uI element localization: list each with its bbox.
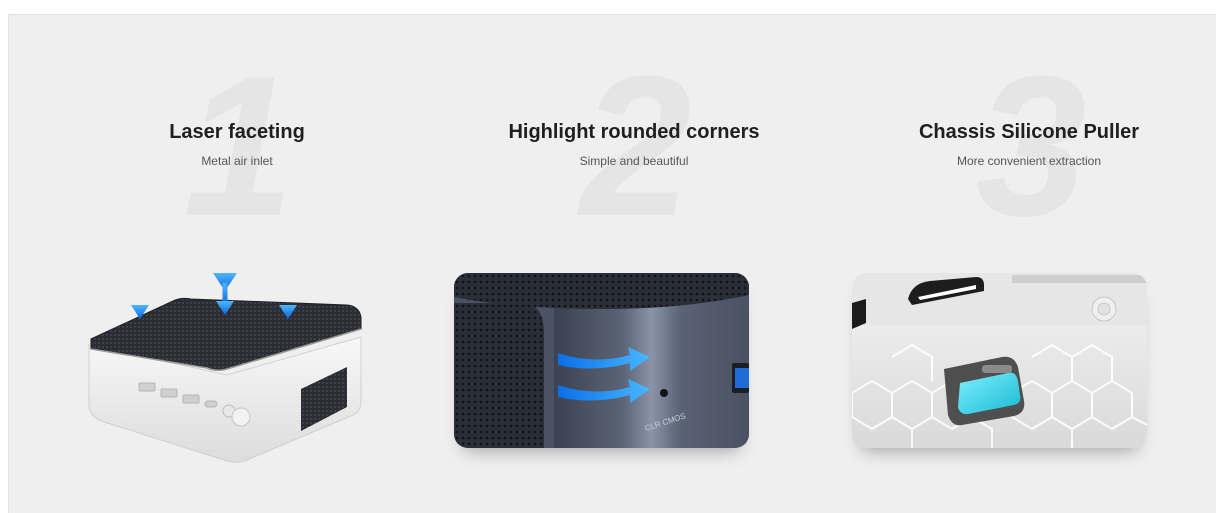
feature-subtitle: Metal air inlet — [201, 154, 273, 168]
feature-laser-faceting: 1 Laser faceting Metal air inlet — [57, 15, 417, 513]
mini-pc-top-vent-image — [77, 265, 367, 465]
feature-title: Chassis Silicone Puller — [918, 121, 1140, 143]
mini-pc-illustration — [88, 273, 362, 463]
feature-highlight-rounded-corners: 2 Highlight rounded corners Simple and b… — [454, 15, 814, 513]
silicone-puller-illustration — [852, 273, 1147, 448]
features-panel: 1 Laser faceting Metal air inlet 2 Highl… — [8, 14, 1216, 513]
rounded-corner-illustration: CLR CMOS — [454, 273, 749, 448]
silicone-puller-closeup-image — [852, 273, 1147, 448]
rounded-corner-closeup-image: CLR CMOS — [454, 273, 749, 448]
feature-title: Highlight rounded corners — [508, 121, 760, 143]
feature-number: 1 — [183, 35, 294, 258]
feature-title: Laser faceting — [169, 121, 305, 143]
feature-subtitle: More convenient extraction — [956, 154, 1102, 168]
feature-number: 2 — [580, 35, 691, 258]
feature-chassis-silicone-puller: 3 Chassis Silicone Puller More convenien… — [849, 15, 1209, 513]
feature-number: 3 — [975, 35, 1086, 258]
feature-subtitle: Simple and beautiful — [579, 154, 689, 168]
